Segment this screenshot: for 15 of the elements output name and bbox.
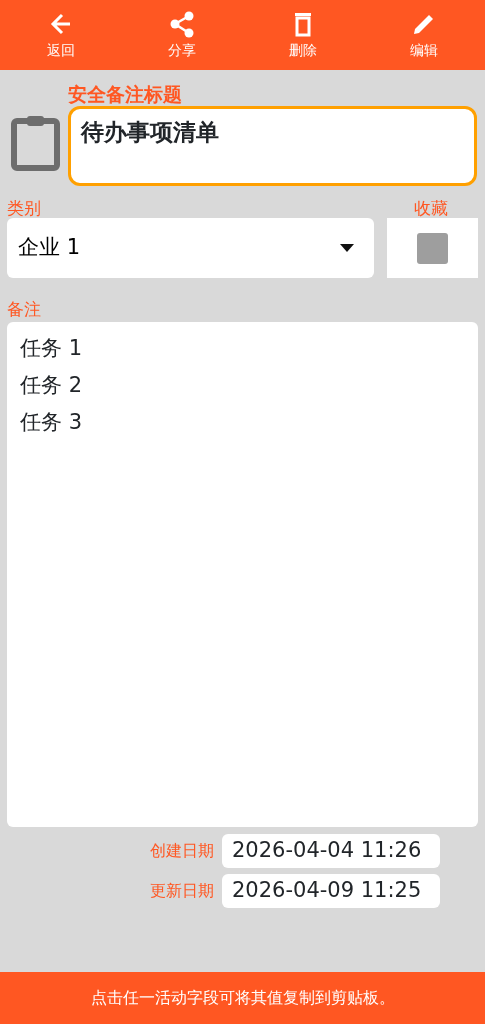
caret-icon — [340, 244, 354, 253]
field-label: 类别 — [7, 197, 41, 219]
field-label: 安全备注标题 — [68, 83, 183, 106]
hint-text: 点击任一活动字段可将其值复制到剪贴板。 — [0, 972, 485, 1024]
notes-field[interactable]: 任务 1 任务 2 任务 3 — [7, 322, 478, 828]
date-label: 创建日期 — [150, 840, 214, 863]
field-label: 备注 — [7, 299, 41, 320]
category-dropdown[interactable]: 企业 1 — [7, 218, 374, 279]
title-field[interactable]: 待办事项清单 — [68, 105, 477, 186]
field-label: 收藏 — [414, 197, 448, 219]
date-field[interactable]: 2026-04-04 11:26 — [222, 834, 440, 869]
date-label: 更新日期 — [150, 880, 214, 903]
date-field[interactable]: 2026-04-09 11:25 — [222, 874, 440, 909]
clipboard-icon — [10, 113, 60, 171]
favorite-checkbox[interactable] — [387, 218, 478, 279]
